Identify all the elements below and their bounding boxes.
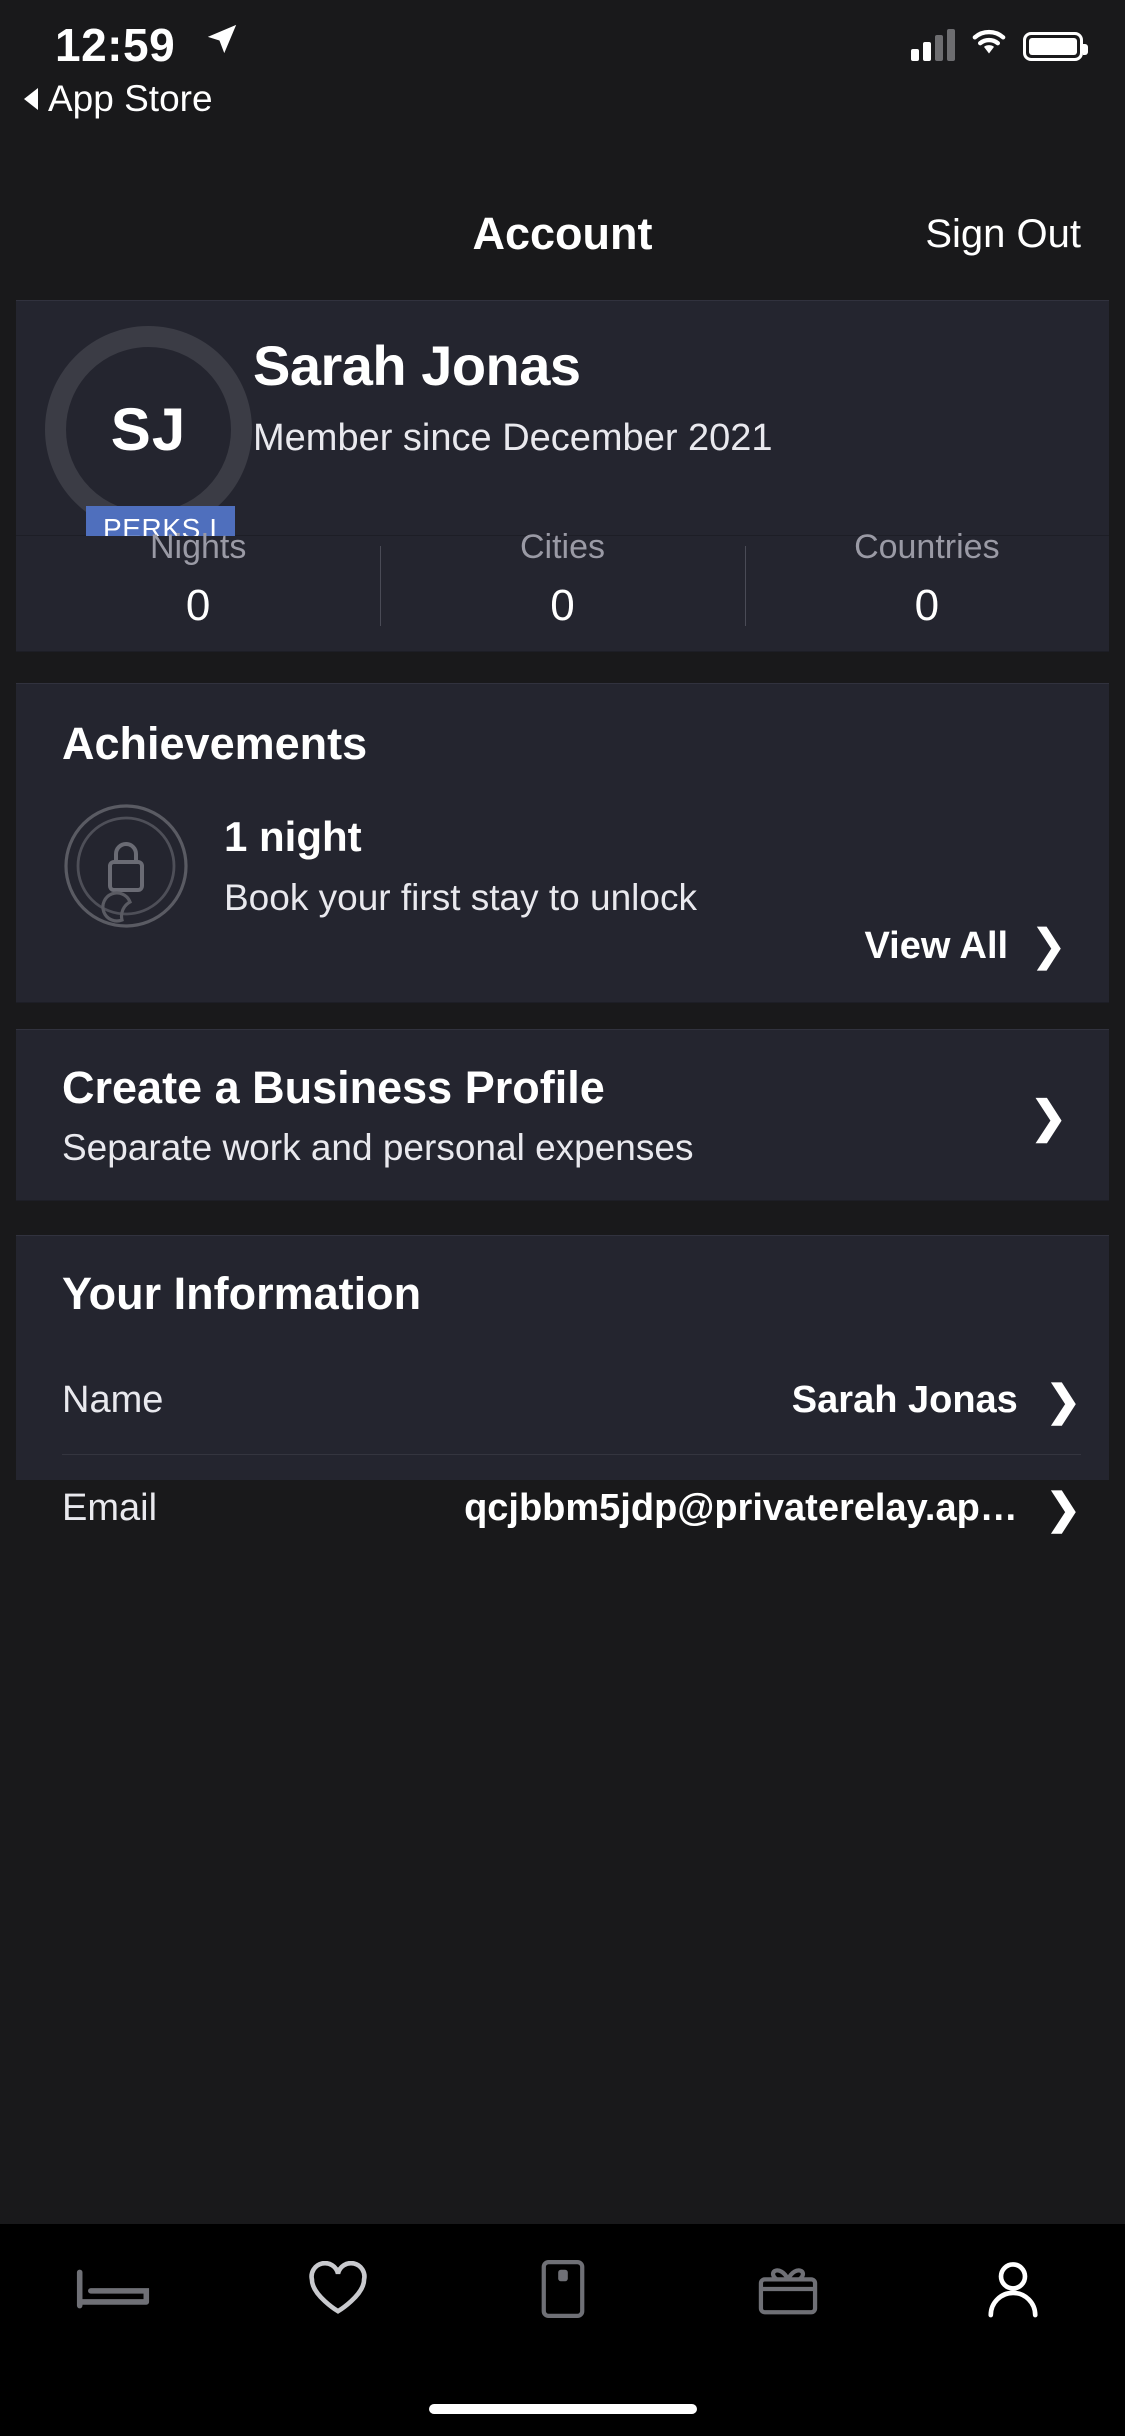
bottom-tab-bar [0, 2224, 1125, 2436]
create-business-profile-card[interactable]: Create a Business Profile Separate work … [16, 1029, 1109, 1201]
cellular-signal-icon [911, 29, 955, 61]
stat-value: 0 [914, 581, 940, 630]
info-row-label: Name [62, 1378, 164, 1421]
member-since-label: Member since December 2021 [253, 417, 773, 459]
achievement-item-subtitle: Book your first stay to unlock [224, 877, 697, 918]
heart-icon [307, 2260, 369, 2322]
sign-out-button[interactable]: Sign Out [925, 212, 1081, 257]
profile-card: SJ PERKS I Sarah Jonas Member since Dece… [16, 300, 1109, 554]
tab-door[interactable] [450, 2246, 675, 2336]
location-arrow-icon [205, 22, 239, 61]
chevron-right-icon: ❯ [1045, 1376, 1081, 1424]
view-all-label: View All [864, 924, 1009, 967]
triangle-left-icon [24, 88, 38, 110]
chevron-right-icon: ❯ [1045, 1485, 1081, 1532]
info-row-label: Email [62, 1487, 158, 1529]
tab-stays[interactable] [0, 2246, 225, 2336]
status-bar-time: 12:59 [55, 19, 176, 71]
navigation-bar: Account Sign Out [0, 180, 1125, 290]
your-information-card: Your Information Name Sarah Jonas ❯ Emai… [16, 1235, 1109, 1532]
profile-name: Sarah Jonas [253, 334, 581, 397]
battery-full-icon [1023, 32, 1088, 61]
achievement-item-title: 1 night [224, 813, 362, 860]
home-indicator [428, 2404, 697, 2414]
locked-moon-badge-icon [62, 802, 190, 930]
business-profile-subtitle: Separate work and personal expenses [62, 1127, 694, 1168]
avatar[interactable]: SJ [45, 326, 252, 533]
your-information-title: Your Information [62, 1268, 422, 1319]
stat-countries: Countries 0 [744, 528, 1109, 651]
chevron-right-icon: ❯ [1030, 1093, 1067, 1142]
tab-account[interactable] [900, 2246, 1125, 2336]
gift-icon [755, 2260, 821, 2323]
achievements-card: Achievements 1 night Book your first sta… [16, 683, 1109, 1003]
achievements-title: Achievements [62, 718, 368, 769]
info-row-value: qcjbbm5jdp@privaterelay.ap… [464, 1487, 1018, 1529]
back-to-app-store-button[interactable]: App Store [24, 78, 213, 120]
back-label: App Store [48, 78, 213, 119]
avatar-initials: SJ [110, 396, 187, 463]
business-profile-title: Create a Business Profile [62, 1062, 605, 1113]
door-icon [538, 2258, 588, 2325]
stat-label: Cities [519, 528, 605, 566]
stat-cities: Cities 0 [380, 528, 744, 651]
info-row-name[interactable]: Name Sarah Jonas ❯ [62, 1346, 1081, 1454]
stat-nights: Nights 0 [16, 528, 380, 651]
status-bar: 12:59 App Store [0, 0, 1125, 180]
person-icon [984, 2259, 1042, 2324]
chevron-right-icon: ❯ [1030, 921, 1067, 970]
profile-stats-row: Nights 0 Cities 0 Countries 0 [16, 528, 1109, 652]
stat-label: Countries [854, 528, 1000, 566]
status-bar-indicators [911, 26, 1088, 61]
stat-label: Nights [149, 528, 247, 566]
info-row-email[interactable]: Email qcjbbm5jdp@privaterelay.ap… ❯ [62, 1454, 1081, 1562]
info-row-value: Sarah Jonas [791, 1378, 1018, 1421]
stat-value: 0 [550, 581, 575, 630]
wifi-icon [969, 26, 1009, 61]
tab-rewards[interactable] [675, 2246, 900, 2336]
stat-value: 0 [185, 581, 211, 630]
tab-favorites[interactable] [225, 2246, 450, 2336]
account-screen: 12:59 App Store Account Sign Out SJ PERK… [0, 0, 1125, 2436]
bed-icon [76, 2264, 150, 2319]
view-all-achievements-button[interactable]: View All ❯ [865, 924, 1068, 968]
